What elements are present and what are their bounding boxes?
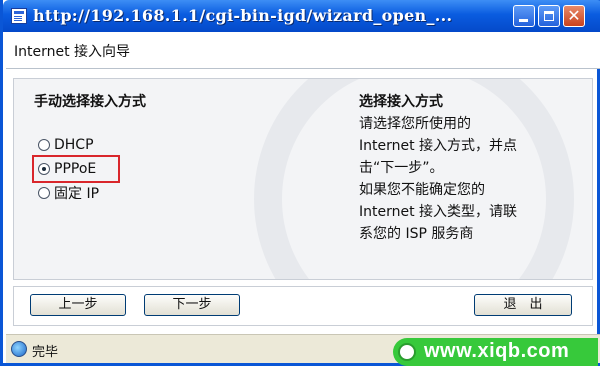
help-text-line: 击“下一步”。 (359, 160, 444, 176)
radio-dhcp[interactable] (38, 139, 50, 151)
pppoe-highlight (32, 155, 120, 183)
wizard-header: Internet 接入向导 (6, 32, 600, 69)
radio-label-static-ip: 固定 IP (54, 186, 100, 202)
watermark-logo-icon (398, 343, 416, 361)
maximize-icon (544, 11, 554, 21)
page-title: Internet 接入向导 (14, 44, 131, 60)
window-title: http://192.168.1.1/cgi-bin-igd/wizard_op… (33, 6, 453, 25)
close-icon: ✕ (567, 6, 581, 25)
help-text-line: 系您的 ISP 服务商 (359, 226, 474, 242)
wizard-window: http://192.168.1.1/cgi-bin-igd/wizard_op… (0, 0, 600, 366)
radio-static-ip[interactable] (38, 187, 50, 199)
option-static-ip[interactable]: 固定 IP (38, 183, 99, 203)
page-icon (11, 8, 27, 24)
option-dhcp[interactable]: DHCP (38, 135, 94, 155)
next-button[interactable]: 下一步 (144, 294, 240, 316)
radio-label-dhcp: DHCP (54, 137, 94, 153)
exit-button[interactable]: 退 出 (474, 294, 572, 316)
ie-page-icon (11, 341, 27, 357)
maximize-button[interactable] (538, 5, 560, 27)
select-method-heading: 选择接入方式 (359, 94, 443, 110)
watermark-text: www.xiqb.com (424, 340, 570, 362)
wizard-panel: 手动选择接入方式 DHCP PPPoE 固定 IP 选择接入方式 请选择您所使用… (13, 78, 593, 280)
title-bar[interactable]: http://192.168.1.1/cgi-bin-igd/wizard_op… (3, 0, 600, 32)
help-text-line: Internet 接入类型，请联 (359, 204, 518, 220)
button-bar: 上一步 下一步 退 出 (13, 286, 593, 326)
minimize-icon (519, 19, 528, 22)
minimize-button[interactable] (513, 5, 535, 27)
help-text-line: 如果您不能确定您的 (359, 182, 485, 198)
manual-select-heading: 手动选择接入方式 (34, 94, 146, 110)
status-text: 完毕 (32, 345, 59, 360)
previous-button[interactable]: 上一步 (30, 294, 126, 316)
close-button[interactable]: ✕ (563, 5, 585, 27)
help-text-line: 请选择您所使用的 (359, 116, 471, 132)
help-text-line: Internet 接入方式，并点 (359, 138, 518, 154)
